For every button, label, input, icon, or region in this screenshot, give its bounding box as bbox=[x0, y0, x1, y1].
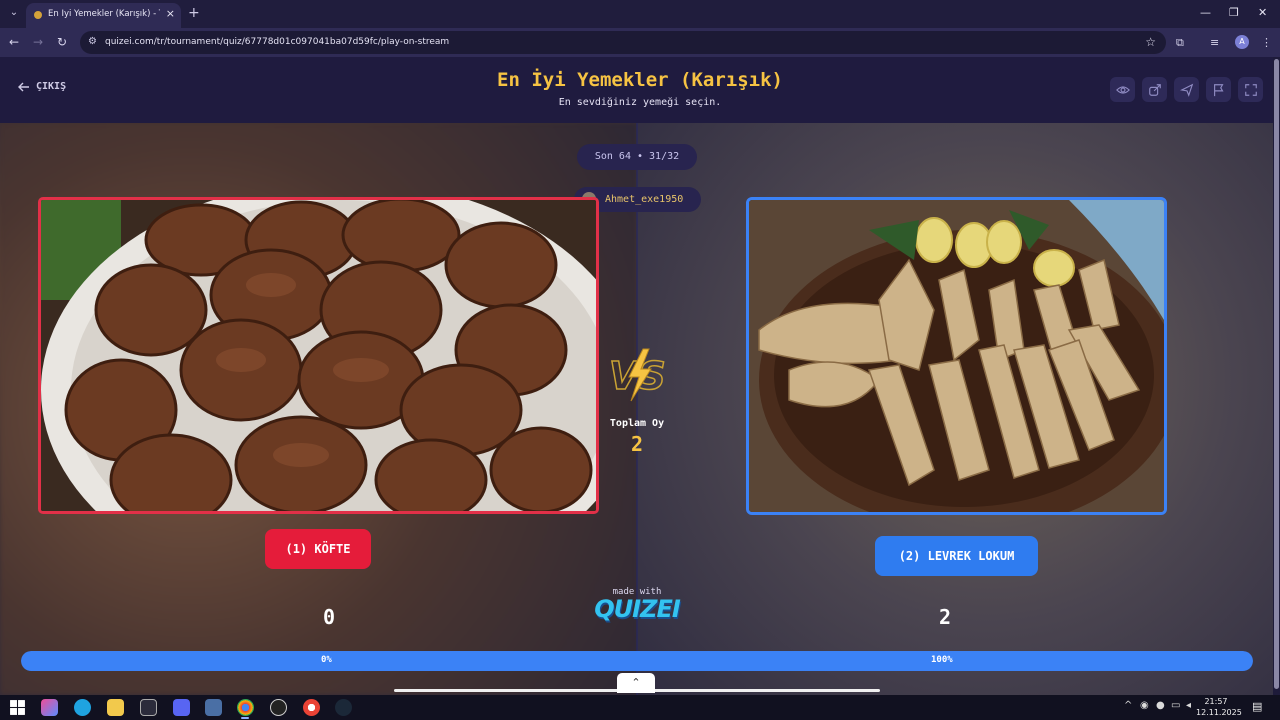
quiz-header: ÇIKIŞ En İyi Yemekler (Karışık) En sevdi… bbox=[0, 57, 1280, 123]
windows-taskbar: ^ ◉ ● ▭ ◂ 21:57 12.11.2025 ▤ bbox=[0, 695, 1280, 720]
avatar[interactable]: A bbox=[1235, 35, 1249, 49]
back-arrow-icon[interactable]: ← bbox=[9, 35, 19, 49]
option-right-image[interactable] bbox=[746, 197, 1167, 515]
file-explorer-icon[interactable] bbox=[107, 699, 124, 716]
vote-progress-fill bbox=[21, 651, 1253, 671]
network-icon[interactable]: ▭ bbox=[1171, 700, 1180, 711]
scrollbar-thumb[interactable] bbox=[1274, 59, 1279, 689]
tray-app-icon[interactable]: ◉ bbox=[1140, 700, 1149, 711]
steam-icon[interactable] bbox=[335, 699, 352, 716]
restore-icon[interactable]: ❐ bbox=[1229, 6, 1239, 19]
kofte-photo bbox=[41, 200, 596, 511]
tab-title: En İyi Yemekler (Karışık) - Tier List bbox=[48, 9, 160, 19]
plus-icon[interactable]: + bbox=[188, 5, 200, 21]
reload-icon[interactable]: ↻ bbox=[57, 35, 67, 49]
quizei-logo[interactable]: QUIZEI bbox=[587, 595, 687, 623]
quiz-page: ÇIKIŞ En İyi Yemekler (Karışık) En sevdi… bbox=[0, 57, 1280, 695]
total-votes-value: 2 bbox=[630, 432, 644, 456]
clock-date: 12.11.2025 bbox=[1196, 708, 1242, 717]
chrome-icon[interactable] bbox=[237, 699, 254, 716]
url-field[interactable]: ⚙ quizei.com/tr/tournament/quiz/67778d01… bbox=[80, 31, 1166, 54]
copilot-icon[interactable] bbox=[41, 699, 58, 716]
round-badge: Son 64 • 31/32 bbox=[577, 144, 697, 170]
right-score: 2 bbox=[938, 605, 952, 629]
app-icon[interactable] bbox=[205, 699, 222, 716]
fullscreen-button[interactable] bbox=[1238, 77, 1263, 102]
option-left-image[interactable] bbox=[38, 197, 599, 514]
obs-icon[interactable] bbox=[270, 699, 287, 716]
left-score: 0 bbox=[322, 605, 336, 629]
page-subtitle: En sevdiğiniz yemeği seçin. bbox=[558, 97, 722, 108]
notification-icon[interactable]: ▤ bbox=[1252, 700, 1262, 713]
tab-favicon bbox=[34, 11, 42, 19]
media-control-icon[interactable]: ≡ bbox=[1210, 36, 1219, 49]
minimize-icon[interactable]: — bbox=[1200, 6, 1211, 19]
address-bar: ← → ↻ ⚙ quizei.com/tr/tournament/quiz/67… bbox=[0, 28, 1280, 57]
levrek-photo bbox=[749, 200, 1164, 512]
page-title: En İyi Yemekler (Karışık) bbox=[497, 69, 783, 91]
right-percent: 100% bbox=[931, 655, 953, 665]
menu-icon[interactable]: ⋮ bbox=[1261, 36, 1272, 49]
microphone-icon[interactable]: ● bbox=[1156, 700, 1165, 711]
eye-button[interactable] bbox=[1110, 77, 1135, 102]
browser-tab-bar: ⌄ En İyi Yemekler (Karışık) - Tier List … bbox=[0, 0, 1280, 28]
vote-progress-bar: 0% 100% bbox=[21, 651, 1253, 671]
forward-arrow-icon[interactable]: → bbox=[33, 35, 43, 49]
clock-time: 21:57 bbox=[1204, 697, 1228, 706]
vote-left-button[interactable]: (1) KÖFTE bbox=[265, 529, 371, 569]
edge-icon[interactable] bbox=[74, 699, 91, 716]
taskbar-clock[interactable]: 21:57 12.11.2025 bbox=[1196, 696, 1242, 718]
tab-search-icon[interactable]: ⌄ bbox=[6, 5, 22, 21]
extensions-icon[interactable]: ⧉ bbox=[1176, 36, 1184, 50]
window-close-icon[interactable]: ✕ bbox=[1258, 6, 1267, 19]
chevron-up-icon[interactable]: ⌃ bbox=[617, 673, 655, 693]
voter-name: Ahmet_exe1950 bbox=[605, 194, 684, 205]
star-icon[interactable]: ☆ bbox=[1145, 35, 1156, 49]
chrome-profile-icon[interactable] bbox=[303, 699, 320, 716]
send-icon bbox=[1179, 83, 1193, 97]
vertical-scrollbar[interactable] bbox=[1273, 57, 1280, 695]
left-percent: 0% bbox=[321, 655, 332, 665]
send-button[interactable] bbox=[1174, 77, 1199, 102]
vote-right-button[interactable]: (2) LEVREK LOKUM bbox=[875, 536, 1038, 576]
flag-icon bbox=[1213, 83, 1223, 96]
site-info-icon[interactable]: ⚙ bbox=[88, 36, 97, 47]
total-votes-label: Toplam Oy bbox=[609, 418, 665, 429]
close-icon[interactable]: × bbox=[166, 7, 175, 20]
share-icon bbox=[1148, 83, 1161, 96]
chevron-up-icon[interactable]: ^ bbox=[1124, 700, 1132, 711]
url-text: quizei.com/tr/tournament/quiz/67778d01c0… bbox=[105, 37, 450, 47]
vs-lightning-icon: VS bbox=[608, 348, 667, 402]
windows-start-icon[interactable] bbox=[9, 699, 26, 716]
discord-icon[interactable] bbox=[173, 699, 190, 716]
share-button[interactable] bbox=[1142, 77, 1167, 102]
fullscreen-icon bbox=[1244, 83, 1257, 96]
volume-icon[interactable]: ◂ bbox=[1186, 700, 1191, 711]
browser-tab[interactable]: En İyi Yemekler (Karışık) - Tier List × bbox=[26, 3, 181, 28]
flag-button[interactable] bbox=[1206, 77, 1231, 102]
eye-icon bbox=[1115, 85, 1130, 94]
store-icon[interactable] bbox=[140, 699, 157, 716]
active-indicator bbox=[241, 717, 249, 719]
